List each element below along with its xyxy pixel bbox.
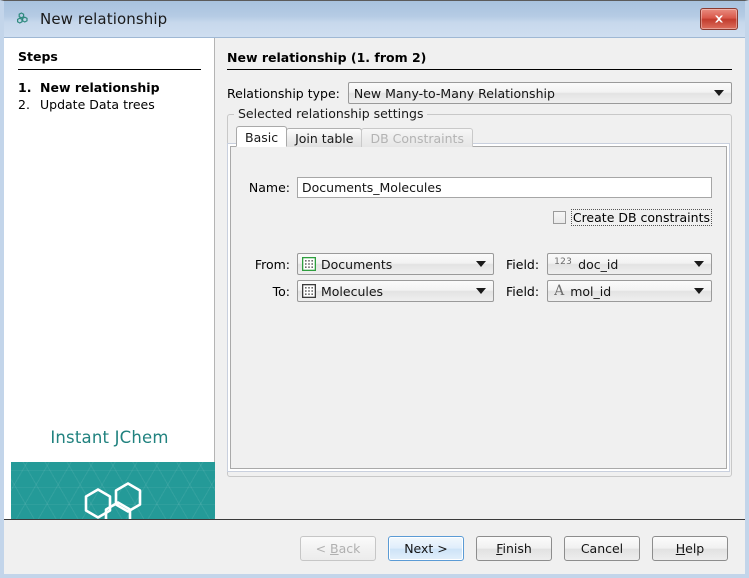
dialog-footer: < Back Next > Finish Cancel Help — [4, 520, 745, 570]
steps-heading-rule — [18, 69, 201, 70]
new-relationship-dialog: New relationship Steps 1. New relationsh… — [0, 0, 749, 578]
cancel-button-label: Cancel — [581, 541, 623, 556]
page-title: New relationship (1. from 2) — [227, 50, 426, 65]
back-button-label: < Back — [316, 541, 361, 556]
window-title: New relationship — [40, 10, 167, 28]
to-field-select[interactable]: A mol_id — [547, 280, 712, 302]
create-db-constraints-checkbox[interactable] — [553, 211, 566, 224]
from-table-value: Documents — [321, 257, 392, 272]
to-field-value: mol_id — [570, 284, 611, 299]
tab-join-table[interactable]: Join table — [286, 128, 362, 147]
group-legend: Selected relationship settings — [234, 106, 427, 121]
name-row: Name: — [245, 177, 712, 198]
tab-db-constraints-label: DB Constraints — [370, 131, 464, 146]
step-item-new-relationship[interactable]: 1. New relationship — [18, 79, 208, 96]
help-button[interactable]: Help — [652, 536, 728, 561]
tab-join-table-label: Join table — [295, 131, 353, 146]
steps-list: 1. New relationship 2. Update Data trees — [18, 79, 208, 113]
title-bar: New relationship — [4, 1, 745, 38]
step-item-update-data-trees[interactable]: 2. Update Data trees — [18, 96, 208, 113]
numeric-type-icon: 123 — [554, 258, 572, 267]
molecule-icon — [14, 10, 32, 28]
from-field-value: doc_id — [578, 257, 618, 272]
finish-button-label: Finish — [496, 541, 532, 556]
to-table-value: Molecules — [321, 284, 383, 299]
relationship-type-row: Relationship type: New Many-to-Many Rela… — [227, 82, 732, 104]
chevron-down-icon — [694, 261, 704, 267]
relationship-type-label: Relationship type: — [227, 86, 340, 101]
chevron-down-icon — [476, 288, 486, 294]
tab-basic-label: Basic — [245, 130, 278, 145]
close-icon[interactable] — [700, 8, 738, 30]
page-title-rule — [227, 69, 732, 70]
name-input[interactable] — [297, 177, 712, 198]
table-grid-green-icon — [302, 257, 316, 271]
from-row: From: Documents — [245, 253, 712, 275]
finish-button[interactable]: Finish — [476, 536, 552, 561]
from-field-select[interactable]: 123 doc_id — [547, 253, 712, 275]
to-table-select[interactable]: Molecules — [297, 280, 494, 302]
name-label: Name: — [245, 180, 290, 195]
from-table-select[interactable]: Documents — [297, 253, 494, 275]
help-button-label: Help — [676, 541, 705, 556]
step-number: 1. — [18, 79, 40, 96]
step-number: 2. — [18, 96, 40, 113]
brand-name: Instant JChem — [4, 428, 215, 447]
text-type-icon: A — [554, 284, 564, 298]
relationship-type-select[interactable]: New Many-to-Many Relationship — [348, 82, 732, 104]
cancel-button[interactable]: Cancel — [564, 536, 640, 561]
button-bar: < Back Next > Finish Cancel Help — [288, 536, 728, 561]
to-field-label: Field: — [506, 284, 539, 299]
back-button[interactable]: < Back — [300, 536, 376, 561]
create-db-constraints-label[interactable]: Create DB constraints — [571, 209, 712, 226]
step-label: New relationship — [40, 79, 160, 96]
from-field-label: Field: — [506, 257, 539, 272]
table-grid-icon — [302, 284, 316, 298]
relationship-type-value: New Many-to-Many Relationship — [354, 86, 555, 101]
to-label: To: — [245, 284, 290, 299]
basic-tab-panel: Name: Create DB constraints From: — [230, 146, 727, 469]
tab-db-constraints: DB Constraints — [361, 128, 473, 147]
steps-panel: Steps 1. New relationship 2. Update Data… — [4, 38, 215, 519]
settings-tabs: Basic Join table DB Constraints — [236, 126, 472, 147]
next-button[interactable]: Next > — [388, 536, 464, 561]
wizard-content: New relationship (1. from 2) Relationshi… — [216, 38, 745, 519]
to-row: To: Molecules — [245, 280, 712, 302]
from-label: From: — [245, 257, 290, 272]
chevron-down-icon — [714, 90, 724, 96]
create-db-constraints-row: Create DB constraints — [553, 209, 712, 226]
steps-heading: Steps — [18, 49, 58, 64]
chevron-down-icon — [476, 261, 486, 267]
next-button-label: Next > — [404, 541, 448, 556]
tab-basic[interactable]: Basic — [236, 126, 287, 147]
chevron-down-icon — [694, 288, 704, 294]
step-label: Update Data trees — [40, 96, 155, 113]
